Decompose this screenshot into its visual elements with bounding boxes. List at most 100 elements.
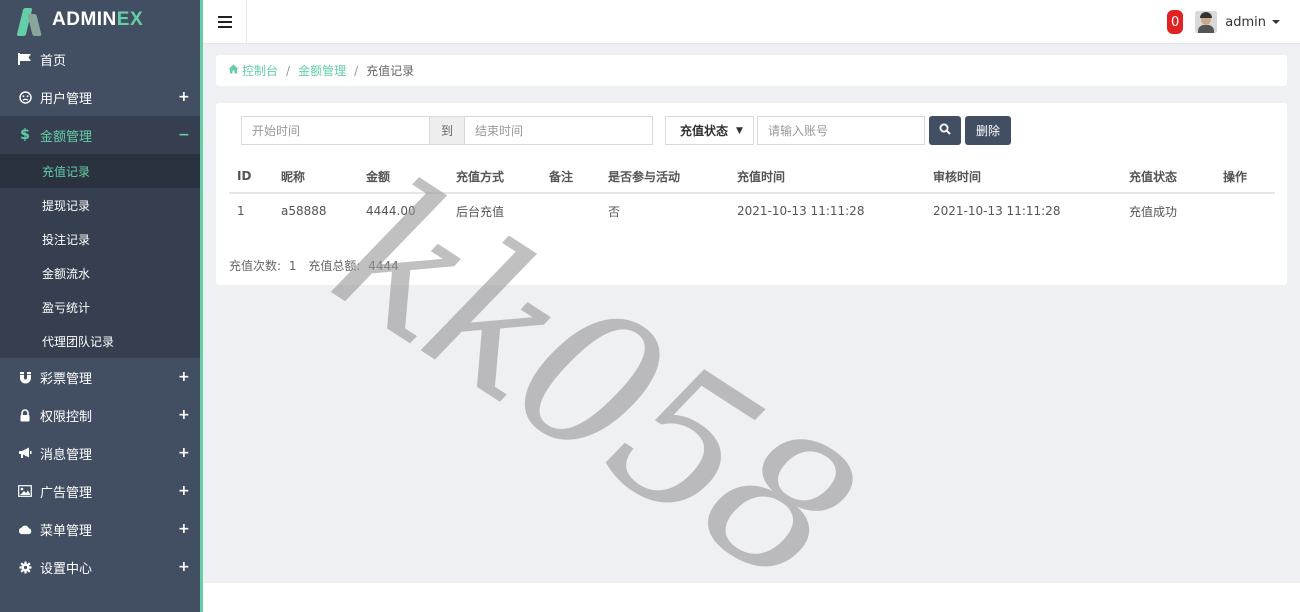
top-header: 0 admin	[203, 0, 1300, 44]
end-time-input[interactable]: 结束时间	[464, 116, 654, 145]
submenu-item-withdraw-records[interactable]: 提现记录	[0, 188, 200, 222]
menu-toggle-icon[interactable]	[203, 0, 247, 44]
breadcrumb-separator: /	[354, 63, 359, 78]
cell-nickname: a58888	[281, 204, 327, 218]
bullhorn-icon	[18, 446, 32, 460]
notification-badge[interactable]: 0	[1166, 10, 1184, 34]
recharge-status-select[interactable]: 充值状态 ▼	[665, 116, 755, 145]
user-name[interactable]: admin	[1225, 15, 1266, 30]
count-label: 充值次数:	[229, 259, 282, 273]
cell-recharge-time: 2021-10-13 11:11:28	[737, 204, 865, 218]
sidebar-item-label: 消息管理	[40, 447, 93, 463]
records-table: ID 昵称 金额 充值方式 备注 是否参与活动 充值时间 审核时间 充值状态 操…	[229, 160, 1275, 228]
sidebar-item-menus[interactable]: 菜单管理 +	[0, 510, 200, 548]
submenu-item-agent-team[interactable]: 代理团队记录	[0, 324, 200, 358]
collapse-minus-icon: −	[178, 127, 190, 143]
count-value: 1	[288, 259, 297, 273]
sidebar-item-label: 权限控制	[40, 409, 93, 425]
column-header[interactable]: 备注	[541, 160, 600, 194]
sidebar-menu: 首页 用户管理 + $ 金额管理 − 充值记录 提现记录 投注记录 金额流水 盈…	[0, 40, 200, 586]
select-value: 充值状态	[680, 124, 729, 138]
submenu-item-money-flow[interactable]: 金额流水	[0, 256, 200, 290]
start-time-input[interactable]: 开始时间	[241, 116, 430, 145]
column-header[interactable]: 充值状态	[1121, 160, 1215, 194]
expand-plus-icon: +	[178, 521, 190, 537]
sidebar-item-label: 首页	[40, 53, 67, 69]
sidebar-item-ads[interactable]: 广告管理 +	[0, 472, 200, 510]
gear-icon	[18, 560, 32, 574]
column-header[interactable]: 是否参与活动	[600, 160, 729, 194]
sidebar-item-label: 彩票管理	[40, 371, 93, 387]
sidebar-item-finance[interactable]: $ 金额管理 −	[0, 116, 200, 154]
magnet-icon	[18, 370, 32, 384]
finance-submenu: 充值记录 提现记录 投注记录 金额流水 盈亏统计 代理团队记录	[0, 154, 200, 358]
column-header[interactable]: 金额	[358, 160, 448, 194]
chevron-down-icon: ▼	[736, 125, 743, 136]
sidebar-item-label: 用户管理	[40, 91, 93, 107]
recharge-records-panel: 开始时间 到 结束时间 充值状态 ▼ 请输入账号 删除 ID 昵称 金额 充值方…	[216, 103, 1287, 285]
date-range-separator: 到	[430, 116, 465, 145]
sidebar-item-messages[interactable]: 消息管理 +	[0, 434, 200, 472]
expand-plus-icon: +	[178, 369, 190, 385]
column-header[interactable]: 充值时间	[729, 160, 925, 194]
table-header-row: ID 昵称 金额 充值方式 备注 是否参与活动 充值时间 审核时间 充值状态 操…	[229, 160, 1275, 194]
delete-button[interactable]: 删除	[965, 116, 1012, 145]
total-value: 4444	[368, 259, 399, 273]
lock-icon	[18, 408, 32, 422]
cloud-icon	[18, 522, 32, 536]
column-header[interactable]: 审核时间	[925, 160, 1121, 194]
sidebar-item-permissions[interactable]: 权限控制 +	[0, 396, 200, 434]
search-icon	[939, 123, 951, 138]
breadcrumb-section-link[interactable]: 金额管理	[298, 62, 346, 79]
cell-method: 后台充值	[456, 204, 505, 219]
header-user-area: 0 admin	[1166, 0, 1280, 44]
sidebar-item-label: 菜单管理	[40, 523, 93, 539]
expand-plus-icon: +	[178, 483, 190, 499]
home-icon	[228, 64, 239, 77]
sidebar-item-label: 设置中心	[40, 561, 93, 577]
sidebar-item-label: 金额管理	[40, 129, 93, 145]
caret-down-icon[interactable]	[1272, 20, 1280, 24]
sidebar-item-home[interactable]: 首页	[0, 40, 200, 78]
sidebar-item-users[interactable]: 用户管理 +	[0, 78, 200, 116]
search-button[interactable]	[929, 116, 962, 145]
sidebar-item-lottery[interactable]: 彩票管理 +	[0, 358, 200, 396]
table-row[interactable]: 1 a58888 4444.00 后台充值 否 2021-10-13 11:11…	[229, 193, 1275, 228]
sidebar-item-settings[interactable]: 设置中心 +	[0, 548, 200, 586]
expand-plus-icon: +	[178, 445, 190, 461]
brand-logo[interactable]: ADMINEX	[0, 0, 200, 40]
avatar[interactable]	[1195, 11, 1218, 33]
breadcrumb-home-link[interactable]: 控制台	[242, 62, 278, 79]
submenu-item-recharge-records[interactable]: 充值记录	[0, 154, 200, 188]
account-search-input[interactable]: 请输入账号	[757, 116, 926, 145]
breadcrumb-separator: /	[286, 63, 291, 78]
logo-mark-icon	[16, 4, 46, 36]
cell-remark	[541, 193, 600, 228]
breadcrumb: 控制台 / 金额管理 / 充值记录	[216, 55, 1287, 86]
image-icon	[18, 484, 32, 498]
dollar-icon: $	[20, 127, 30, 143]
total-label: 充值总额:	[308, 259, 361, 273]
column-header[interactable]: 操作	[1215, 160, 1275, 194]
status-badge: 充值成功	[1129, 204, 1178, 219]
user-face-icon	[18, 90, 32, 104]
cell-review-time: 2021-10-13 11:11:28	[933, 204, 1061, 218]
cell-id: 1	[237, 204, 245, 218]
breadcrumb-current: 充值记录	[366, 64, 415, 78]
cell-activity: 否	[608, 204, 621, 219]
column-header[interactable]: 昵称	[273, 160, 358, 194]
logo-text: ADMINEX	[52, 9, 144, 30]
column-header[interactable]: ID	[229, 160, 273, 194]
submenu-item-profit-stats[interactable]: 盈亏统计	[0, 290, 200, 324]
footer	[203, 583, 1300, 612]
cell-actions	[1215, 193, 1275, 228]
submenu-item-bet-records[interactable]: 投注记录	[0, 222, 200, 256]
flag-icon	[18, 52, 32, 66]
cell-amount: 4444.00	[366, 204, 416, 218]
expand-plus-icon: +	[178, 559, 190, 575]
expand-plus-icon: +	[178, 89, 190, 105]
recharge-summary: 充值次数: 1 充值总额: 4444	[229, 257, 399, 274]
filter-bar: 开始时间 到 结束时间 充值状态 ▼ 请输入账号 删除	[241, 116, 1012, 145]
column-header[interactable]: 充值方式	[448, 160, 541, 194]
sidebar-item-label: 广告管理	[40, 485, 93, 501]
